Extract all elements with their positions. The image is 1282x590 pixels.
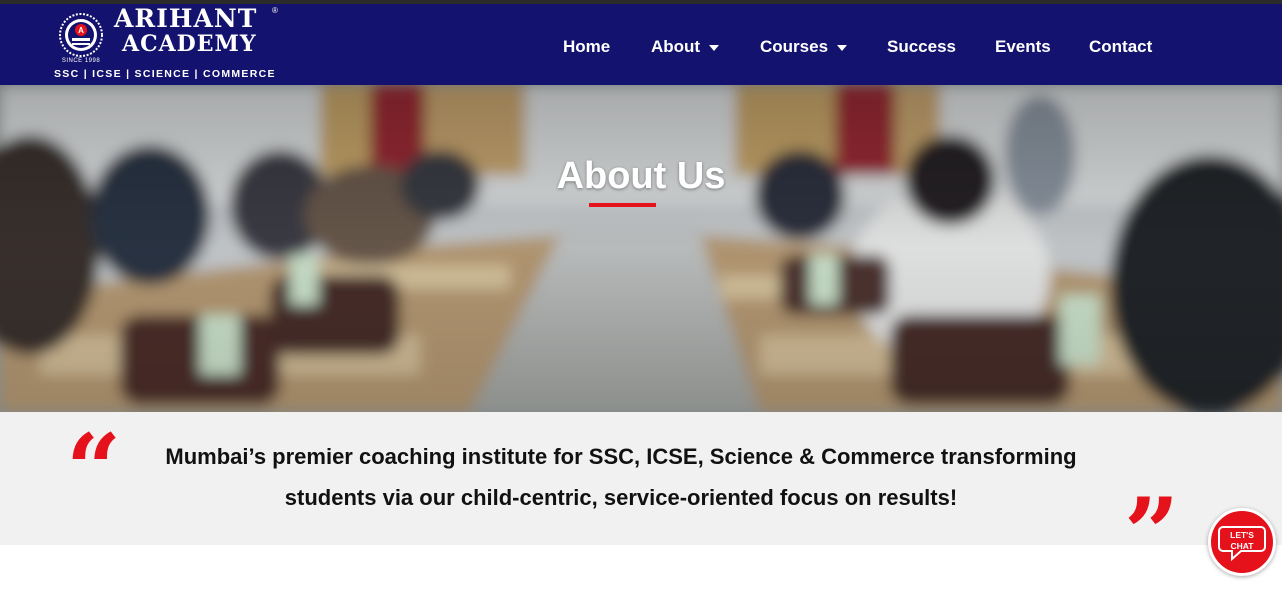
title-underline	[589, 203, 656, 207]
nav-home-label: Home	[563, 37, 611, 56]
chevron-down-icon	[709, 45, 720, 51]
classroom-background-image	[0, 85, 1282, 412]
main-nav: Home About Courses Success Events Contac…	[0, 4, 1282, 85]
close-quote-icon: ”	[1124, 477, 1180, 590]
quote-line-1: Mumbai’s premier coaching institute for …	[165, 444, 1077, 469]
nav-about-label: About	[651, 37, 701, 56]
nav-contact[interactable]: Contact	[1089, 37, 1152, 57]
hero-banner: About Us	[0, 85, 1282, 412]
nav-home[interactable]: Home	[563, 37, 610, 57]
nav-events-label: Events	[995, 37, 1051, 56]
nav-events[interactable]: Events	[995, 37, 1051, 57]
nav-about[interactable]: About	[651, 37, 720, 57]
page-title: About Us	[556, 155, 726, 197]
chat-widget-label: LET'S CHAT	[1211, 530, 1273, 552]
chat-widget-button[interactable]: LET'S CHAT	[1208, 508, 1276, 576]
mission-quote: “ Mumbai’s premier coaching institute fo…	[0, 412, 1282, 582]
nav-contact-label: Contact	[1089, 37, 1153, 56]
quote-line-2: students via our child-centric, service-…	[284, 485, 958, 510]
nav-success[interactable]: Success	[887, 37, 956, 57]
chat-label-line1: LET'S	[1230, 530, 1254, 540]
nav-courses[interactable]: Courses	[760, 37, 848, 57]
quote-text: Mumbai’s premier coaching institute for …	[140, 436, 1102, 518]
open-quote-icon: “	[66, 413, 122, 526]
nav-courses-label: Courses	[760, 37, 829, 56]
chat-label-line2: CHAT	[1230, 541, 1254, 551]
chevron-down-icon	[837, 45, 848, 51]
nav-success-label: Success	[887, 37, 956, 56]
